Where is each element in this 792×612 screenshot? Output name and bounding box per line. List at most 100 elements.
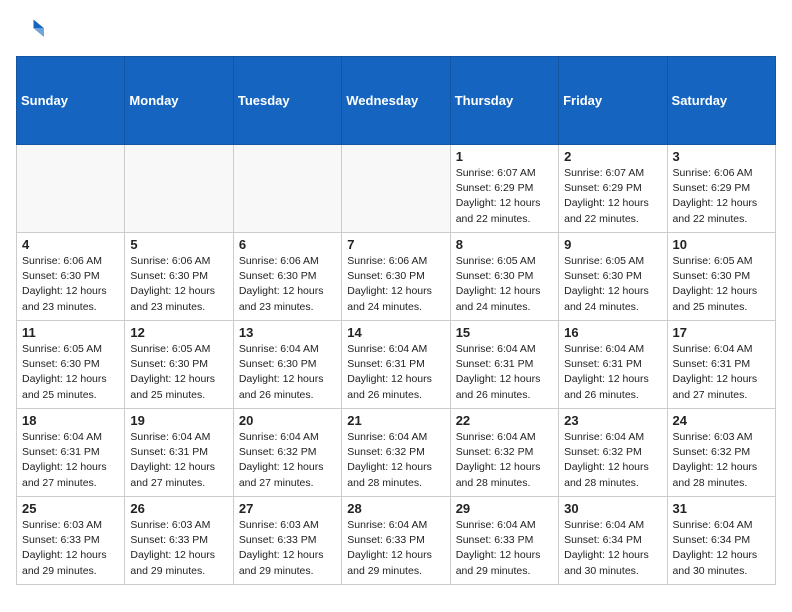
calendar-cell: 31 Sunrise: 6:04 AM Sunset: 6:34 PM Dayli… (667, 497, 775, 585)
day-number: 24 (673, 413, 770, 428)
day-header-sunday: Sunday (17, 57, 125, 145)
day-info: Sunrise: 6:04 AM Sunset: 6:31 PM Dayligh… (456, 342, 553, 403)
calendar-cell: 29 Sunrise: 6:04 AM Sunset: 6:33 PM Dayli… (450, 497, 558, 585)
calendar-cell: 27 Sunrise: 6:03 AM Sunset: 6:33 PM Dayli… (233, 497, 341, 585)
day-info: Sunrise: 6:04 AM Sunset: 6:30 PM Dayligh… (239, 342, 336, 403)
calendar-cell (125, 145, 233, 233)
calendar-cell: 16 Sunrise: 6:04 AM Sunset: 6:31 PM Dayli… (559, 321, 667, 409)
day-info: Sunrise: 6:04 AM Sunset: 6:32 PM Dayligh… (239, 430, 336, 491)
calendar-cell: 30 Sunrise: 6:04 AM Sunset: 6:34 PM Dayli… (559, 497, 667, 585)
calendar-cell: 4 Sunrise: 6:06 AM Sunset: 6:30 PM Daylig… (17, 233, 125, 321)
calendar-cell: 24 Sunrise: 6:03 AM Sunset: 6:32 PM Dayli… (667, 409, 775, 497)
calendar-cell: 25 Sunrise: 6:03 AM Sunset: 6:33 PM Dayli… (17, 497, 125, 585)
day-info: Sunrise: 6:04 AM Sunset: 6:31 PM Dayligh… (673, 342, 770, 403)
day-info: Sunrise: 6:03 AM Sunset: 6:33 PM Dayligh… (22, 518, 119, 579)
day-number: 21 (347, 413, 444, 428)
day-number: 25 (22, 501, 119, 516)
calendar-cell (342, 145, 450, 233)
calendar-cell: 20 Sunrise: 6:04 AM Sunset: 6:32 PM Dayli… (233, 409, 341, 497)
day-number: 19 (130, 413, 227, 428)
day-header-thursday: Thursday (450, 57, 558, 145)
day-header-monday: Monday (125, 57, 233, 145)
day-number: 5 (130, 237, 227, 252)
day-info: Sunrise: 6:04 AM Sunset: 6:32 PM Dayligh… (347, 430, 444, 491)
day-info: Sunrise: 6:05 AM Sunset: 6:30 PM Dayligh… (456, 254, 553, 315)
calendar-cell: 8 Sunrise: 6:05 AM Sunset: 6:30 PM Daylig… (450, 233, 558, 321)
day-info: Sunrise: 6:04 AM Sunset: 6:32 PM Dayligh… (456, 430, 553, 491)
day-number: 8 (456, 237, 553, 252)
day-number: 4 (22, 237, 119, 252)
calendar-cell: 6 Sunrise: 6:06 AM Sunset: 6:30 PM Daylig… (233, 233, 341, 321)
day-header-saturday: Saturday (667, 57, 775, 145)
day-number: 26 (130, 501, 227, 516)
day-header-tuesday: Tuesday (233, 57, 341, 145)
calendar-cell: 7 Sunrise: 6:06 AM Sunset: 6:30 PM Daylig… (342, 233, 450, 321)
calendar-cell (17, 145, 125, 233)
day-number: 27 (239, 501, 336, 516)
week-row-3: 11 Sunrise: 6:05 AM Sunset: 6:30 PM Dayli… (17, 321, 776, 409)
calendar-table: SundayMondayTuesdayWednesdayThursdayFrid… (16, 56, 776, 585)
day-info: Sunrise: 6:04 AM Sunset: 6:33 PM Dayligh… (347, 518, 444, 579)
day-info: Sunrise: 6:03 AM Sunset: 6:33 PM Dayligh… (239, 518, 336, 579)
day-info: Sunrise: 6:06 AM Sunset: 6:30 PM Dayligh… (239, 254, 336, 315)
day-info: Sunrise: 6:04 AM Sunset: 6:34 PM Dayligh… (564, 518, 661, 579)
day-number: 2 (564, 149, 661, 164)
day-info: Sunrise: 6:05 AM Sunset: 6:30 PM Dayligh… (22, 342, 119, 403)
day-info: Sunrise: 6:07 AM Sunset: 6:29 PM Dayligh… (456, 166, 553, 227)
calendar-cell: 26 Sunrise: 6:03 AM Sunset: 6:33 PM Dayli… (125, 497, 233, 585)
day-number: 28 (347, 501, 444, 516)
day-info: Sunrise: 6:03 AM Sunset: 6:32 PM Dayligh… (673, 430, 770, 491)
day-info: Sunrise: 6:06 AM Sunset: 6:30 PM Dayligh… (22, 254, 119, 315)
calendar-cell: 17 Sunrise: 6:04 AM Sunset: 6:31 PM Dayli… (667, 321, 775, 409)
day-number: 29 (456, 501, 553, 516)
week-row-5: 25 Sunrise: 6:03 AM Sunset: 6:33 PM Dayli… (17, 497, 776, 585)
week-row-1: 1 Sunrise: 6:07 AM Sunset: 6:29 PM Daylig… (17, 145, 776, 233)
day-info: Sunrise: 6:04 AM Sunset: 6:32 PM Dayligh… (564, 430, 661, 491)
day-info: Sunrise: 6:06 AM Sunset: 6:30 PM Dayligh… (130, 254, 227, 315)
page-header (16, 16, 776, 44)
day-number: 31 (673, 501, 770, 516)
logo-icon (16, 16, 44, 44)
logo (16, 16, 48, 44)
day-info: Sunrise: 6:04 AM Sunset: 6:31 PM Dayligh… (564, 342, 661, 403)
day-number: 22 (456, 413, 553, 428)
calendar-cell: 14Sunrise: 6:04 AM Sunset: 6:31 PM Dayli… (342, 321, 450, 409)
calendar-cell: 10Sunrise: 6:05 AM Sunset: 6:30 PM Dayli… (667, 233, 775, 321)
day-number: 18 (22, 413, 119, 428)
calendar-cell: 12Sunrise: 6:05 AM Sunset: 6:30 PM Dayli… (125, 321, 233, 409)
day-number: 16 (564, 325, 661, 340)
day-info: Sunrise: 6:04 AM Sunset: 6:34 PM Dayligh… (673, 518, 770, 579)
day-number: 11 (22, 325, 119, 340)
calendar-cell: 5 Sunrise: 6:06 AM Sunset: 6:30 PM Daylig… (125, 233, 233, 321)
calendar-cell: 28 Sunrise: 6:04 AM Sunset: 6:33 PM Dayli… (342, 497, 450, 585)
day-info: Sunrise: 6:04 AM Sunset: 6:31 PM Dayligh… (347, 342, 444, 403)
calendar-cell: 13Sunrise: 6:04 AM Sunset: 6:30 PM Dayli… (233, 321, 341, 409)
calendar-cell: 3 Sunrise: 6:06 AM Sunset: 6:29 PM Daylig… (667, 145, 775, 233)
day-info: Sunrise: 6:05 AM Sunset: 6:30 PM Dayligh… (130, 342, 227, 403)
week-row-4: 18 Sunrise: 6:04 AM Sunset: 6:31 PM Dayli… (17, 409, 776, 497)
day-info: Sunrise: 6:05 AM Sunset: 6:30 PM Dayligh… (564, 254, 661, 315)
day-number: 30 (564, 501, 661, 516)
day-number: 6 (239, 237, 336, 252)
calendar-cell: 11 Sunrise: 6:05 AM Sunset: 6:30 PM Dayli… (17, 321, 125, 409)
day-number: 20 (239, 413, 336, 428)
calendar-cell: 23 Sunrise: 6:04 AM Sunset: 6:32 PM Dayli… (559, 409, 667, 497)
day-info: Sunrise: 6:04 AM Sunset: 6:31 PM Dayligh… (22, 430, 119, 491)
day-info: Sunrise: 6:06 AM Sunset: 6:29 PM Dayligh… (673, 166, 770, 227)
day-number: 3 (673, 149, 770, 164)
day-info: Sunrise: 6:04 AM Sunset: 6:33 PM Dayligh… (456, 518, 553, 579)
calendar-cell: 22 Sunrise: 6:04 AM Sunset: 6:32 PM Dayli… (450, 409, 558, 497)
calendar-cell: 21 Sunrise: 6:04 AM Sunset: 6:32 PM Dayli… (342, 409, 450, 497)
day-info: Sunrise: 6:06 AM Sunset: 6:30 PM Dayligh… (347, 254, 444, 315)
day-info: Sunrise: 6:07 AM Sunset: 6:29 PM Dayligh… (564, 166, 661, 227)
day-number: 17 (673, 325, 770, 340)
week-row-2: 4 Sunrise: 6:06 AM Sunset: 6:30 PM Daylig… (17, 233, 776, 321)
day-info: Sunrise: 6:04 AM Sunset: 6:31 PM Dayligh… (130, 430, 227, 491)
calendar-cell: 18 Sunrise: 6:04 AM Sunset: 6:31 PM Dayli… (17, 409, 125, 497)
calendar-cell (233, 145, 341, 233)
day-info: Sunrise: 6:03 AM Sunset: 6:33 PM Dayligh… (130, 518, 227, 579)
day-info: Sunrise: 6:05 AM Sunset: 6:30 PM Dayligh… (673, 254, 770, 315)
day-number: 1 (456, 149, 553, 164)
day-number: 7 (347, 237, 444, 252)
day-number: 23 (564, 413, 661, 428)
